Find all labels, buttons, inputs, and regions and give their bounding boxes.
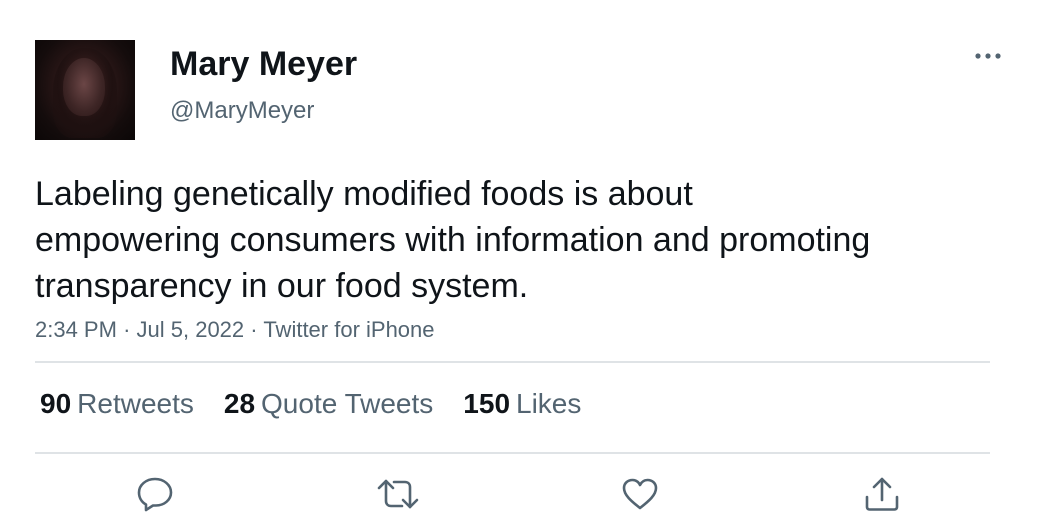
meta-separator: · — [250, 317, 258, 342]
retweets-count: 90 — [40, 388, 72, 419]
tweet-date[interactable]: Jul 5, 2022 — [137, 317, 245, 342]
avatar-face — [63, 58, 105, 116]
engagement-stats: 90 Retweets 28 Quote Tweets 150 Likes — [40, 386, 611, 422]
more-horizontal-icon — [974, 52, 1002, 60]
tweet-card: Mary Meyer @MaryMeyer Labeling genetical… — [0, 0, 1050, 525]
likes-count: 150 — [463, 388, 511, 419]
quote-tweets-count: 28 — [223, 388, 256, 419]
meta-separator: · — [123, 317, 131, 342]
tweet-text: Labeling genetically modified foods is a… — [35, 175, 871, 305]
quote-tweets-stat[interactable]: 28 Quote Tweets — [224, 386, 433, 422]
quote-tweets-label: Quote Tweets — [261, 388, 434, 419]
like-button[interactable] — [618, 472, 662, 516]
action-bar — [0, 472, 1050, 516]
retweet-button[interactable] — [376, 472, 420, 516]
divider — [35, 452, 990, 454]
author-handle[interactable]: @MaryMeyer — [170, 96, 314, 126]
share-icon — [863, 475, 901, 513]
divider — [35, 361, 990, 363]
author-display-name[interactable]: Mary Meyer — [170, 44, 357, 84]
retweet-icon — [376, 477, 420, 511]
tweet-time[interactable]: 2:34 PM — [35, 317, 117, 342]
reply-icon — [136, 476, 174, 512]
likes-label: Likes — [516, 388, 582, 419]
share-button[interactable] — [860, 472, 904, 516]
tweet-source[interactable]: Twitter for iPhone — [263, 317, 434, 342]
likes-stat[interactable]: 150 Likes — [463, 386, 581, 422]
more-options-button[interactable] — [968, 42, 1008, 70]
heart-icon — [621, 477, 659, 511]
tweet-metadata: 2:34 PM · Jul 5, 2022 · Twitter for iPho… — [35, 315, 435, 345]
reply-button[interactable] — [133, 472, 177, 516]
retweets-label: Retweets — [77, 388, 194, 419]
avatar[interactable] — [35, 40, 135, 140]
retweets-stat[interactable]: 90 Retweets — [40, 386, 194, 422]
